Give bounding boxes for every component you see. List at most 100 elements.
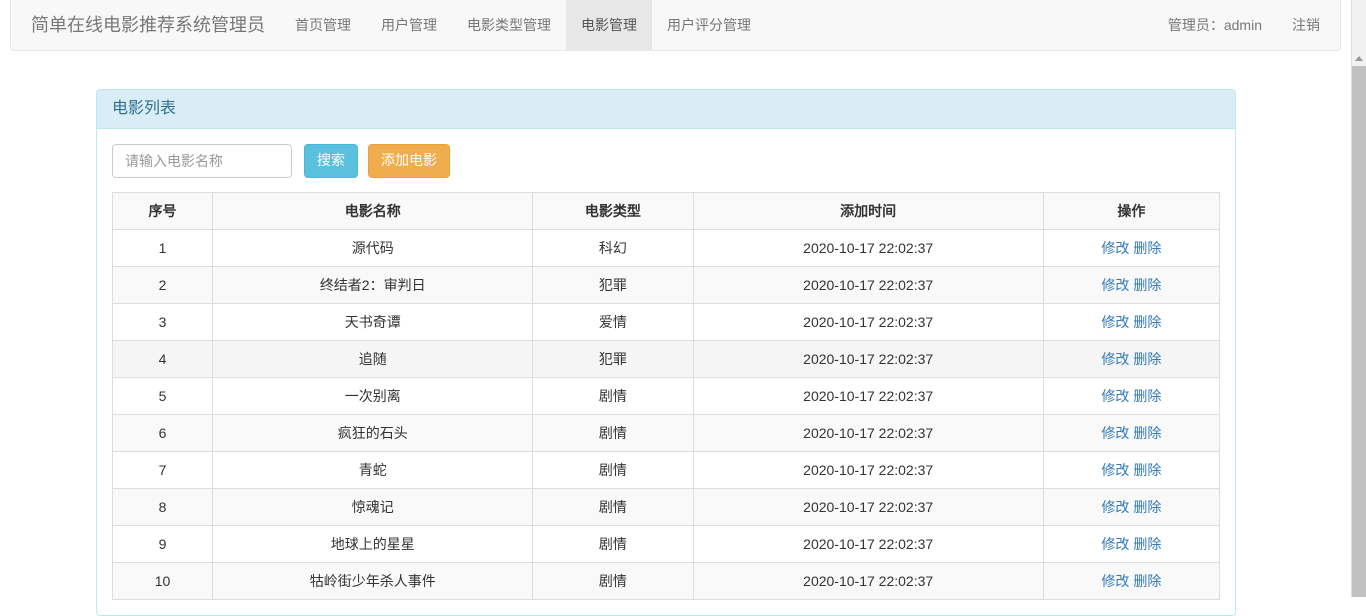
cell-name: 终结者2：审判日: [212, 265, 534, 304]
cell-actions: 修改 删除: [1042, 413, 1221, 452]
cell-actions: 修改 删除: [1042, 265, 1221, 304]
table-row: 9 地球上的星星 剧情 2020-10-17 22:02:37 修改 删除: [111, 524, 1221, 563]
nav-item-2[interactable]: 电影类型管理: [452, 0, 566, 50]
cell-type: 剧情: [532, 450, 694, 489]
delete-link[interactable]: 删除: [1133, 314, 1161, 330]
cell-index: 10: [111, 561, 214, 600]
scrollbar-thumb[interactable]: [1352, 66, 1366, 597]
cell-addtime: 2020-10-17 22:02:37: [692, 339, 1044, 378]
table-row: 6 疯狂的石头 剧情 2020-10-17 22:02:37 修改 删除: [111, 413, 1221, 452]
cell-addtime: 2020-10-17 22:02:37: [692, 265, 1044, 304]
delete-link[interactable]: 删除: [1133, 536, 1161, 552]
table-row: 1 源代码 科幻 2020-10-17 22:02:37 修改 删除: [111, 228, 1221, 267]
cell-addtime: 2020-10-17 22:02:37: [692, 487, 1044, 526]
search-button[interactable]: 搜索: [304, 143, 358, 178]
cell-index: 4: [111, 339, 214, 378]
column-header-index: 序号: [111, 191, 214, 230]
cell-name: 追随: [212, 339, 534, 378]
scroll-up-arrow-icon: [1355, 55, 1363, 61]
nav-item-0[interactable]: 首页管理: [280, 0, 366, 50]
cell-addtime: 2020-10-17 22:02:37: [692, 228, 1044, 267]
nav-item-4[interactable]: 用户评分管理: [652, 0, 766, 50]
cell-index: 1: [111, 228, 214, 267]
cell-actions: 修改 删除: [1042, 376, 1221, 415]
edit-link[interactable]: 修改: [1101, 240, 1129, 256]
cell-type: 剧情: [532, 376, 694, 415]
edit-link[interactable]: 修改: [1101, 499, 1129, 515]
search-toolbar: 搜索 添加电影: [112, 143, 1220, 178]
edit-link[interactable]: 修改: [1101, 573, 1129, 589]
cell-addtime: 2020-10-17 22:02:37: [692, 302, 1044, 341]
cell-addtime: 2020-10-17 22:02:37: [692, 524, 1044, 563]
column-header-actions: 操作: [1042, 191, 1221, 230]
cell-type: 剧情: [532, 487, 694, 526]
cell-name: 地球上的星星: [212, 524, 534, 563]
cell-index: 7: [111, 450, 214, 489]
delete-link[interactable]: 删除: [1133, 351, 1161, 367]
cell-name: 惊魂记: [212, 487, 534, 526]
cell-actions: 修改 删除: [1042, 524, 1221, 563]
cell-actions: 修改 删除: [1042, 450, 1221, 489]
cell-type: 犯罪: [532, 339, 694, 378]
table-row: 5 一次别离 剧情 2020-10-17 22:02:37 修改 删除: [111, 376, 1221, 415]
cell-type: 剧情: [532, 524, 694, 563]
cell-index: 8: [111, 487, 214, 526]
edit-link[interactable]: 修改: [1101, 277, 1129, 293]
nav-item-1[interactable]: 用户管理: [366, 0, 452, 50]
cell-addtime: 2020-10-17 22:02:37: [692, 376, 1044, 415]
table-row: 2 终结者2：审判日 犯罪 2020-10-17 22:02:37 修改 删除: [111, 265, 1221, 304]
column-header-type: 电影类型: [532, 191, 694, 230]
scroll-up-button[interactable]: [1352, 50, 1366, 66]
delete-link[interactable]: 删除: [1133, 277, 1161, 293]
table-row: 8 惊魂记 剧情 2020-10-17 22:02:37 修改 删除: [111, 487, 1221, 526]
edit-link[interactable]: 修改: [1101, 351, 1129, 367]
cell-actions: 修改 删除: [1042, 302, 1221, 341]
delete-link[interactable]: 删除: [1133, 388, 1161, 404]
edit-link[interactable]: 修改: [1101, 388, 1129, 404]
movie-table: 序号 电影名称 电影类型 添加时间 操作 1 源代码 科幻 2020-10-17 22…: [111, 191, 1221, 600]
delete-link[interactable]: 删除: [1133, 573, 1161, 589]
cell-name: 青蛇: [212, 450, 534, 489]
cell-actions: 修改 删除: [1042, 487, 1221, 526]
movie-list-panel: 电影列表 搜索 添加电影 序号 电影名称 电影类型 添加时间 操作 1源代码科幻…: [96, 89, 1236, 616]
cell-actions: 修改 删除: [1042, 561, 1221, 600]
cell-type: 犯罪: [532, 265, 694, 304]
logout-link[interactable]: 注销: [1277, 0, 1340, 50]
cell-addtime: 2020-10-17 22:02:37: [692, 561, 1044, 600]
cell-type: 爱情: [532, 302, 694, 341]
cell-type: 科幻: [532, 228, 694, 267]
delete-link[interactable]: 删除: [1133, 425, 1161, 441]
edit-link[interactable]: 修改: [1101, 462, 1129, 478]
nav-item-3[interactable]: 电影管理: [566, 0, 652, 50]
cell-index: 5: [111, 376, 214, 415]
page-scrollbar[interactable]: [1351, 0, 1366, 597]
cell-addtime: 2020-10-17 22:02:37: [692, 413, 1044, 452]
cell-actions: 修改 删除: [1042, 228, 1221, 267]
table-header-row: 序号 电影名称 电影类型 添加时间 操作: [111, 191, 1221, 230]
top-navbar: 简单在线电影推荐系统管理员 首页管理 用户管理 电影类型管理 电影管理 用户评分管理 管…: [10, 0, 1341, 51]
delete-link[interactable]: 删除: [1133, 499, 1161, 515]
delete-link[interactable]: 删除: [1133, 240, 1161, 256]
edit-link[interactable]: 修改: [1101, 425, 1129, 441]
cell-name: 源代码: [212, 228, 534, 267]
search-input[interactable]: [112, 143, 292, 178]
cell-index: 2: [111, 265, 214, 304]
cell-name: 一次别离: [212, 376, 534, 415]
edit-link[interactable]: 修改: [1101, 314, 1129, 330]
cell-type: 剧情: [532, 561, 694, 600]
cell-addtime: 2020-10-17 22:02:37: [692, 450, 1044, 489]
edit-link[interactable]: 修改: [1101, 536, 1129, 552]
cell-name: 天书奇谭: [212, 302, 534, 341]
cell-index: 9: [111, 524, 214, 563]
site-brand[interactable]: 简单在线电影推荐系统管理员: [11, 0, 280, 50]
navbar-right: 管理员：admin 注销: [1153, 0, 1340, 50]
cell-index: 6: [111, 413, 214, 452]
column-header-name: 电影名称: [212, 191, 534, 230]
add-movie-button[interactable]: 添加电影: [368, 143, 450, 178]
delete-link[interactable]: 删除: [1133, 462, 1161, 478]
table-row: 4 追随 犯罪 2020-10-17 22:02:37 修改 删除: [111, 339, 1221, 378]
table-row: 3 天书奇谭 爱情 2020-10-17 22:02:37 修改 删除: [111, 302, 1221, 341]
main-nav: 首页管理 用户管理 电影类型管理 电影管理 用户评分管理: [280, 0, 766, 50]
cell-index: 3: [111, 302, 214, 341]
cell-actions: 修改 删除: [1042, 339, 1221, 378]
